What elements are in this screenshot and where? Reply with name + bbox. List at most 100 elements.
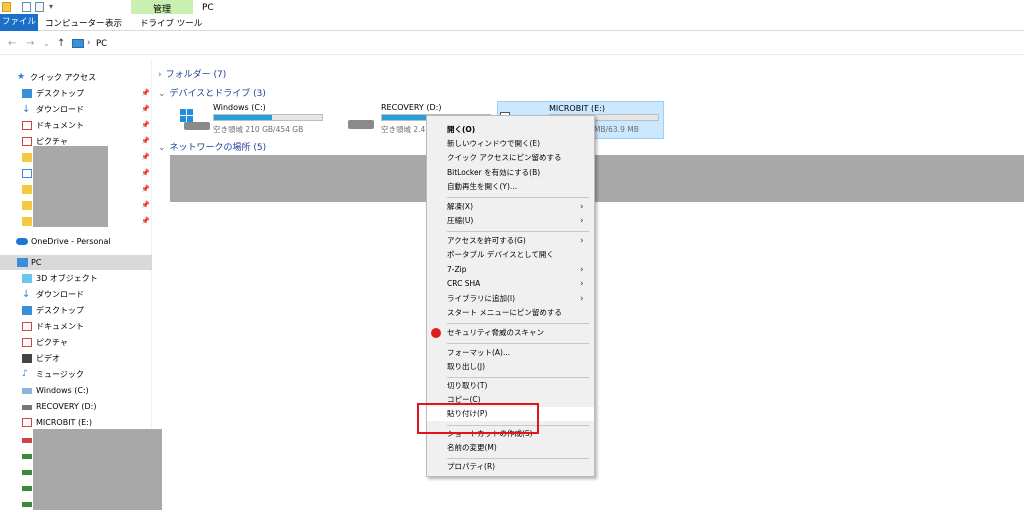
security-scan-icon <box>431 328 441 338</box>
sidebar-item-label: Windows (C:) <box>36 386 89 395</box>
menu-separator <box>447 197 589 198</box>
sidebar-item-label: 3D オブジェクト <box>36 274 98 283</box>
desktop-icon <box>22 306 32 315</box>
drive-d-space: 空き領域 2.4 <box>381 125 426 134</box>
sidebar-item-3d-objects[interactable]: 3D オブジェクト <box>0 271 152 286</box>
sidebar-item-onedrive[interactable]: OneDrive - Personal <box>0 234 152 249</box>
sidebar-item-downloads[interactable]: ↓ ダウンロード 📌 <box>0 102 152 117</box>
pictures-icon <box>22 137 32 146</box>
menu-item-label: 名前の変更(M) <box>447 443 497 452</box>
sidebar-item-label: デスクトップ <box>36 89 84 98</box>
sidebar-item-label: ビデオ <box>36 354 60 363</box>
menu-item-open-new-window[interactable]: 新しいウィンドウで開く(E) <box>427 137 594 151</box>
pin-icon: 📌 <box>141 169 150 177</box>
menu-item-label: 解凍(X) <box>447 202 473 211</box>
sidebar-item-documents[interactable]: ドキュメント 📌 <box>0 118 152 133</box>
drive-c-usage-bar <box>213 114 323 121</box>
menu-item-label: 自動再生を開く(Y)... <box>447 182 518 191</box>
pin-icon: 📌 <box>141 105 150 113</box>
chevron-right-icon: › <box>580 216 584 226</box>
sidebar-item-drive-e[interactable]: MICROBIT (E:) <box>0 415 152 430</box>
folder-icon <box>22 153 32 162</box>
group-label: デバイスとドライブ (3) <box>169 89 266 99</box>
pin-icon: 📌 <box>141 121 150 129</box>
menu-item-crc-sha[interactable]: CRC SHA › <box>427 277 594 291</box>
chevron-down-icon: ⌄ <box>158 143 166 153</box>
pin-icon: 📌 <box>141 217 150 225</box>
redacted-block <box>33 146 108 227</box>
group-header-devices[interactable]: ⌄ デバイスとドライブ (3) <box>158 86 266 99</box>
customize-quick-access-icon[interactable]: ▾ <box>49 2 53 11</box>
menu-item-label: 新しいウィンドウで開く(E) <box>447 139 541 148</box>
network-drive-icon <box>22 470 32 475</box>
sidebar-item-drive-d[interactable]: RECOVERY (D:) <box>0 399 152 414</box>
drive-c-tile[interactable]: Windows (C:) 空き領域 210 GB/454 GB <box>176 100 330 138</box>
sidebar-item-drive-c[interactable]: Windows (C:) <box>0 383 152 398</box>
menu-item-cut[interactable]: 切り取り(T) <box>427 379 594 393</box>
documents-icon <box>22 322 32 331</box>
menu-item-add-to-library[interactable]: ライブラリに追加(I) › <box>427 292 594 306</box>
menu-item-portable-device[interactable]: ポータブル デバイスとして開く <box>427 248 594 262</box>
sidebar-item-music[interactable]: ♪ ミュージック <box>0 367 152 382</box>
sidebar-item-label: クイック アクセス <box>30 73 97 82</box>
tab-computer[interactable]: コンピューター <box>45 17 105 29</box>
sidebar-item-desktop[interactable]: デスクトップ <box>0 303 152 318</box>
menu-item-7zip[interactable]: 7-Zip › <box>427 263 594 277</box>
sidebar-item-videos[interactable]: ビデオ <box>0 351 152 366</box>
chevron-right-icon: › <box>580 236 584 246</box>
drive-d-name: RECOVERY (D:) <box>381 103 442 112</box>
breadcrumb-pc[interactable]: PC <box>96 39 107 49</box>
sidebar-item-quick-access[interactable]: ★ クイック アクセス <box>0 70 152 85</box>
sidebar-item-pc[interactable]: PC <box>0 255 152 270</box>
menu-item-give-access[interactable]: アクセスを許可する(G) › <box>427 234 594 248</box>
menu-item-rename[interactable]: 名前の変更(M) <box>427 441 594 455</box>
menu-item-pin-quick-access[interactable]: クイック アクセスにピン留めする <box>427 151 594 165</box>
menu-item-security-scan[interactable]: セキュリティ脅威のスキャン <box>427 326 594 340</box>
sidebar-item-pictures[interactable]: ピクチャ <box>0 335 152 350</box>
menu-item-properties[interactable]: プロパティ(R) <box>427 460 594 474</box>
chevron-down-icon: ⌄ <box>158 89 166 99</box>
redacted-block <box>170 155 1024 202</box>
menu-item-pin-start[interactable]: スタート メニューにピン留めする <box>427 306 594 320</box>
menu-item-compress[interactable]: 圧縮(U) › <box>427 214 594 228</box>
menu-item-eject[interactable]: 取り出し(J) <box>427 360 594 374</box>
sidebar-item-downloads[interactable]: ↓ ダウンロード <box>0 287 152 302</box>
breadcrumb-chevron-icon[interactable]: › <box>87 38 91 48</box>
back-arrow-icon[interactable]: ← <box>8 38 16 49</box>
ribbon-tabs: コンピューター 表示 ドライブ ツール <box>0 14 1024 31</box>
pin-icon: 📌 <box>141 89 150 97</box>
sidebar-item-label: ドキュメント <box>36 322 84 331</box>
pin-icon: 📌 <box>141 201 150 209</box>
menu-item-label: 圧縮(U) <box>447 216 474 225</box>
hard-drive-icon <box>184 122 210 130</box>
pin-icon: 📌 <box>141 137 150 145</box>
menu-item-format[interactable]: フォーマット(A)... <box>427 346 594 360</box>
properties-icon[interactable] <box>22 2 31 12</box>
hard-drive-icon <box>348 120 374 129</box>
group-header-folders[interactable]: › フォルダー (7) <box>158 67 226 80</box>
sidebar-item-desktop[interactable]: デスクトップ 📌 <box>0 86 152 101</box>
folder-icon <box>22 201 32 210</box>
chevron-right-icon: › <box>158 70 162 80</box>
recent-locations-icon[interactable]: ⌄ <box>43 39 50 48</box>
network-drive-icon <box>22 438 32 443</box>
up-arrow-icon[interactable]: ↑ <box>57 38 65 49</box>
highlight-box <box>417 403 539 434</box>
download-icon: ↓ <box>22 104 31 115</box>
menu-item-extract[interactable]: 解凍(X) › <box>427 200 594 214</box>
menu-item-autoplay[interactable]: 自動再生を開く(Y)... <box>427 180 594 194</box>
pc-icon <box>17 258 28 267</box>
image-file-icon <box>22 169 32 178</box>
sidebar-item-label: OneDrive - Personal <box>31 237 111 246</box>
forward-arrow-icon[interactable]: → <box>26 38 34 49</box>
menu-item-bitlocker[interactable]: BitLocker を有効にする(B) <box>427 166 594 180</box>
sidebar-item-label: ドキュメント <box>36 121 84 130</box>
tab-file[interactable]: ファイル <box>0 14 38 31</box>
windows-drive-icon <box>22 388 32 394</box>
group-header-network[interactable]: ⌄ ネットワークの場所 (5) <box>158 140 266 153</box>
menu-item-open[interactable]: 開く(O) <box>427 123 594 137</box>
new-folder-icon[interactable] <box>35 2 44 12</box>
tab-view[interactable]: 表示 <box>105 17 122 29</box>
sidebar-item-documents[interactable]: ドキュメント <box>0 319 152 334</box>
tab-drive-tools[interactable]: ドライブ ツール <box>140 17 202 29</box>
